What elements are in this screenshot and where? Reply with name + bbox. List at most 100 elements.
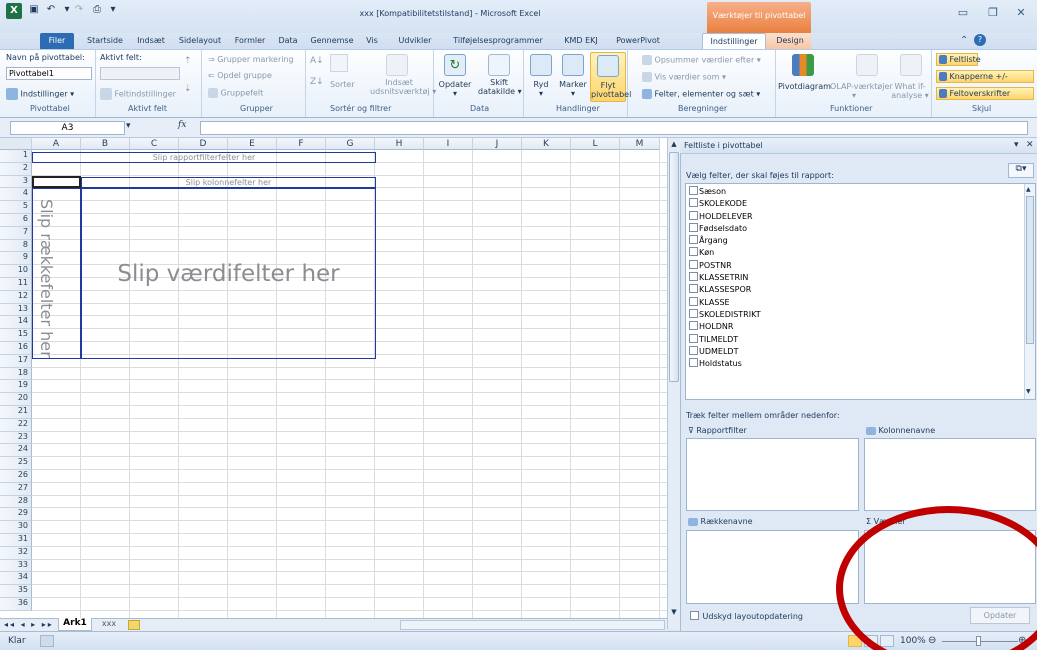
select-button[interactable]: Marker ▾ xyxy=(558,80,588,98)
row-header[interactable]: 13 xyxy=(0,303,32,317)
field-checkbox[interactable] xyxy=(689,235,698,245)
field-item[interactable]: HOLDNR xyxy=(686,321,1035,333)
field-checkbox[interactable] xyxy=(689,333,698,343)
pivot-options-button[interactable]: Indstillinger ▾ xyxy=(6,88,74,100)
layout-options-button[interactable]: ⧉▾ xyxy=(1008,163,1034,178)
defer-checkbox[interactable] xyxy=(690,611,699,620)
row-header[interactable]: 28 xyxy=(0,495,32,509)
row-header[interactable]: 10 xyxy=(0,265,32,278)
row-header[interactable]: 2 xyxy=(0,162,32,176)
field-item[interactable]: Køn xyxy=(686,247,1035,259)
field-item[interactable]: KLASSE xyxy=(686,296,1035,309)
report-filter-drop-zone[interactable]: Slip rapportfilterfelter her xyxy=(32,152,376,163)
field-scroll-thumb[interactable] xyxy=(1026,196,1034,344)
field-item[interactable]: SKOLEDISTRIKT xyxy=(686,308,1035,321)
field-scroll-up-icon[interactable]: ▲ xyxy=(1026,186,1031,193)
collapse-field-icon[interactable]: ⇣ xyxy=(184,84,192,94)
tab-kmd-ekj[interactable]: KMD EKJ xyxy=(559,33,603,49)
field-checkbox[interactable] xyxy=(689,247,698,257)
scroll-down-icon[interactable]: ▼ xyxy=(669,608,679,618)
field-checkbox[interactable] xyxy=(689,284,698,294)
row-header[interactable]: 14 xyxy=(0,316,32,330)
row-header[interactable]: 36 xyxy=(0,598,32,611)
column-header[interactable]: F xyxy=(277,138,326,150)
row-header[interactable]: 9 xyxy=(0,252,32,266)
tab-formulas[interactable]: Formler xyxy=(229,33,271,49)
restore-icon[interactable]: ❐ xyxy=(982,6,1004,24)
scrollbar-thumb[interactable] xyxy=(669,152,679,382)
sheet-tab-xxx[interactable]: xxx xyxy=(94,619,124,631)
column-header[interactable]: B xyxy=(81,138,130,150)
row-header[interactable]: 23 xyxy=(0,431,32,445)
namebox-dropdown-icon[interactable]: ▾ xyxy=(126,121,131,131)
column-header[interactable]: H xyxy=(375,138,424,150)
field-item[interactable]: KLASSETRIN xyxy=(686,272,1035,284)
change-datasource-button[interactable]: Skift datakilde ▾ xyxy=(478,78,522,96)
row-header[interactable]: 25 xyxy=(0,457,32,470)
refresh-button[interactable]: Opdater ▾ xyxy=(438,80,472,98)
whatif-button[interactable]: What if-analyse ▾ xyxy=(890,82,930,100)
field-headers-toggle[interactable]: Feltoverskrifter xyxy=(936,87,1034,100)
minimize-icon[interactable]: ▭ xyxy=(952,6,974,24)
field-item[interactable]: Sæson xyxy=(686,186,1035,198)
column-header[interactable]: D xyxy=(179,138,228,150)
pivottable-name-input[interactable]: Pivottabel1 xyxy=(6,67,92,80)
tab-design[interactable]: Design xyxy=(770,33,810,49)
field-item[interactable]: Holdstatus xyxy=(686,358,1035,370)
clear-button[interactable]: Ryd ▾ xyxy=(530,80,552,98)
close-icon[interactable]: ✕ xyxy=(1010,6,1032,24)
column-header[interactable]: K xyxy=(522,138,571,150)
insert-slicer-button[interactable]: Indsæt udsnitsværktøj ▾ xyxy=(370,78,436,96)
row-header[interactable]: 15 xyxy=(0,329,32,342)
row-header[interactable]: 11 xyxy=(0,278,32,291)
field-checkbox[interactable] xyxy=(689,345,698,355)
row-header[interactable]: 35 xyxy=(0,585,32,598)
help-icon[interactable]: ? xyxy=(974,34,986,46)
field-item[interactable]: Årgang xyxy=(686,235,1035,247)
insert-function-icon[interactable]: fx xyxy=(178,120,186,130)
sheet-nav-icon[interactable]: ◂◂ ◂ ▸ ▸▸ xyxy=(4,620,54,629)
tab-review[interactable]: Gennemse xyxy=(306,33,358,49)
field-checkbox[interactable] xyxy=(689,222,698,232)
tab-powerpivot[interactable]: PowerPivot xyxy=(609,33,667,49)
column-header[interactable]: G xyxy=(326,138,375,150)
active-cell-a3[interactable] xyxy=(32,176,81,188)
column-header[interactable]: C xyxy=(130,138,179,150)
summarize-values-button[interactable]: Opsummer værdier efter ▾ xyxy=(642,55,761,65)
sheet-tab-ark1[interactable]: Ark1 xyxy=(58,618,92,631)
column-header[interactable]: M xyxy=(620,138,660,150)
field-item[interactable]: UDMELDT xyxy=(686,345,1035,358)
row-labels-zone[interactable] xyxy=(686,530,859,604)
tab-addins[interactable]: Tilføjelsesprogrammer xyxy=(443,33,553,49)
ungroup-button[interactable]: ⇐ Opdel gruppe xyxy=(208,71,272,80)
column-header[interactable]: J xyxy=(473,138,522,150)
row-header[interactable]: 4 xyxy=(0,188,32,202)
tab-developer[interactable]: Udvikler xyxy=(393,33,437,49)
buttons-toggle[interactable]: Knapperne +/- xyxy=(936,70,1034,83)
field-item[interactable]: HOLDELEVER xyxy=(686,210,1035,223)
sort-az-icon[interactable]: A↓ xyxy=(310,56,324,66)
field-item[interactable]: KLASSESPOR xyxy=(686,284,1035,296)
horizontal-scrollbar[interactable] xyxy=(400,620,665,630)
field-checkbox[interactable] xyxy=(689,321,698,331)
vertical-scrollbar[interactable]: ▲ ▼ xyxy=(667,138,680,629)
report-filter-zone[interactable] xyxy=(686,438,859,511)
worksheet-grid[interactable]: ABCDEFGHIJKLM 1 2 3 4 5 6 7 8 9 10 11 12 13 14 15 16 17 1… xyxy=(0,138,667,629)
field-item[interactable]: SKOLEKODE xyxy=(686,198,1035,210)
tab-file[interactable]: Filer xyxy=(40,33,74,49)
field-checkbox[interactable] xyxy=(689,198,698,208)
row-header[interactable]: 19 xyxy=(0,380,32,394)
column-header[interactable]: A xyxy=(32,138,81,150)
tab-page-layout[interactable]: Sidelayout xyxy=(172,33,228,49)
row-header[interactable]: 17 xyxy=(0,354,32,368)
defer-layout-update[interactable]: Udskyd layoutopdatering xyxy=(687,611,803,621)
tab-home[interactable]: Startside xyxy=(80,33,130,49)
field-checkbox[interactable] xyxy=(689,272,698,282)
column-header[interactable]: E xyxy=(228,138,277,150)
row-header[interactable]: 7 xyxy=(0,226,32,240)
row-header[interactable]: 5 xyxy=(0,201,32,214)
value-drop-zone[interactable]: Slip værdifelter her xyxy=(81,188,376,359)
row-header[interactable]: 21 xyxy=(0,406,32,419)
tab-view[interactable]: Vis xyxy=(360,33,384,49)
move-pivottable-button[interactable]: Flyt pivottabel xyxy=(590,52,631,102)
